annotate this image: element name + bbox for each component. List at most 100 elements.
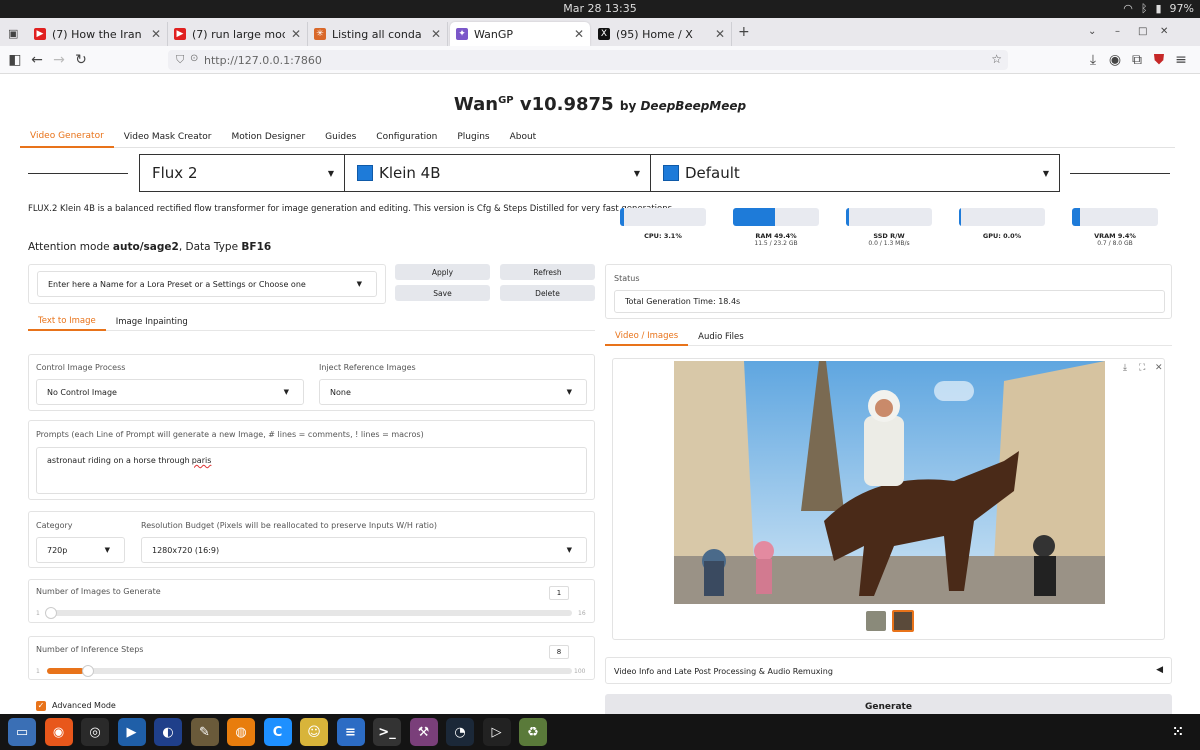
lora-preset-select[interactable]: Enter here a Name for a Lora Preset or a… bbox=[37, 271, 377, 297]
inject-reference-select[interactable]: None ▼ bbox=[319, 379, 587, 405]
slider-knob[interactable] bbox=[45, 607, 57, 619]
slider-fill bbox=[47, 668, 84, 674]
tools-icon[interactable]: ⚒ bbox=[409, 718, 438, 746]
tab-overview-icon[interactable]: ▣ bbox=[8, 27, 18, 40]
generate-button[interactable]: Generate bbox=[605, 694, 1172, 714]
collapse-arrow-icon: ◀ bbox=[1156, 665, 1163, 675]
tab-video-mask-creator[interactable]: Video Mask Creator bbox=[114, 126, 222, 148]
account-icon[interactable]: ◉ bbox=[1106, 51, 1124, 69]
bookmark-star-icon[interactable]: ☆ bbox=[991, 52, 1002, 66]
control-image-select[interactable]: No Control Image ▼ bbox=[36, 379, 304, 405]
page-info-icon[interactable]: ⊙ bbox=[190, 53, 198, 64]
editor-icon[interactable]: ▶ bbox=[117, 718, 146, 746]
steps-slider[interactable] bbox=[47, 665, 572, 677]
browser-tab-label: (7) How the Iran war is im bbox=[52, 27, 145, 41]
tab-audio-files[interactable]: Audio Files bbox=[688, 328, 754, 346]
close-icon[interactable]: ✕ bbox=[1155, 363, 1163, 373]
tab-video-images[interactable]: Video / Images bbox=[605, 328, 689, 346]
trash-icon[interactable]: ♻ bbox=[519, 718, 547, 746]
prompt-textarea[interactable]: astronaut riding on a horse through pari… bbox=[36, 447, 587, 494]
browser-tab-1[interactable]: ▶ (7) run large models on sr ✕ bbox=[168, 22, 308, 46]
generated-image[interactable] bbox=[674, 361, 1105, 604]
gallery: ⤓ ⛶ ✕ bbox=[612, 358, 1165, 640]
tab-plugins[interactable]: Plugins bbox=[447, 126, 499, 148]
thumbnail-selected[interactable] bbox=[892, 610, 914, 632]
files-icon[interactable]: ▭ bbox=[8, 718, 36, 746]
ublock-icon[interactable]: ⛊ bbox=[1150, 51, 1168, 69]
tab-guides[interactable]: Guides bbox=[315, 126, 366, 148]
browser-tab-0[interactable]: ▶ (7) How the Iran war is im ✕ bbox=[28, 22, 168, 46]
player-icon[interactable]: ▷ bbox=[482, 718, 511, 746]
wifi-icon[interactable]: ◠ bbox=[1123, 2, 1133, 15]
bluetooth-icon[interactable]: ᛒ bbox=[1141, 2, 1148, 15]
battery-icon[interactable]: ▮ bbox=[1155, 2, 1161, 15]
close-tab-icon[interactable]: ✕ bbox=[431, 27, 441, 41]
tab-text-to-image[interactable]: Text to Image bbox=[28, 313, 106, 331]
extensions-icon[interactable]: ⧉ bbox=[1128, 51, 1146, 69]
minimize-icon[interactable]: – bbox=[1115, 26, 1120, 37]
steam-icon[interactable]: ◔ bbox=[446, 718, 474, 746]
clion-icon[interactable]: C bbox=[263, 718, 292, 746]
status-value: Total Generation Time: 18.4s bbox=[625, 297, 741, 306]
tab-motion-designer[interactable]: Motion Designer bbox=[221, 126, 315, 148]
num-images-slider[interactable] bbox=[45, 607, 572, 619]
close-tab-icon[interactable]: ✕ bbox=[715, 27, 725, 41]
firefox-icon[interactable]: ◉ bbox=[44, 718, 73, 746]
document-icon[interactable]: ≡ bbox=[336, 718, 365, 746]
num-images-input[interactable]: 1 bbox=[549, 586, 569, 600]
blender-icon[interactable]: ◍ bbox=[227, 718, 255, 746]
delete-button[interactable]: Delete bbox=[500, 285, 595, 301]
gimp-icon[interactable]: ✎ bbox=[190, 718, 219, 746]
terminal-icon[interactable]: >_ bbox=[373, 718, 401, 746]
character-icon[interactable]: ☺ bbox=[300, 718, 328, 746]
reload-icon[interactable]: ↻ bbox=[72, 51, 90, 69]
advanced-mode-checkbox[interactable]: ✓ bbox=[36, 701, 46, 711]
downloads-icon[interactable]: ⤓ bbox=[1084, 51, 1102, 69]
forward-icon[interactable]: → bbox=[50, 51, 68, 69]
model-family-select[interactable]: Flux 2 ▼ bbox=[139, 154, 345, 192]
obs-icon[interactable]: ◎ bbox=[81, 718, 109, 746]
steps-input[interactable]: 8 bbox=[549, 645, 569, 659]
shield-icon[interactable]: ⛉ bbox=[176, 53, 184, 67]
menu-icon[interactable]: ≡ bbox=[1172, 51, 1190, 69]
refresh-button[interactable]: Refresh bbox=[500, 264, 595, 280]
category-select[interactable]: 720p ▼ bbox=[36, 537, 125, 563]
inject-reference-label: Inject Reference Images bbox=[319, 363, 416, 372]
monitor-icon[interactable]: ◐ bbox=[154, 718, 182, 746]
tab-about[interactable]: About bbox=[500, 126, 547, 148]
inject-reference-value: None bbox=[330, 387, 351, 397]
steps-section: Number of Inference Steps 8 1 100 bbox=[28, 636, 595, 680]
resolution-select[interactable]: 1280x720 (16:9) ▼ bbox=[141, 537, 587, 563]
sidebar-icon[interactable]: ◧ bbox=[6, 51, 24, 69]
close-tab-icon[interactable]: ✕ bbox=[151, 27, 161, 41]
meter-label: VRAM 9.4% bbox=[1094, 232, 1136, 240]
fullscreen-icon[interactable]: ⛶ bbox=[1139, 363, 1145, 373]
save-button[interactable]: Save bbox=[395, 285, 490, 301]
tab-list-icon[interactable]: ⌄ bbox=[1088, 26, 1096, 37]
video-info-accordion[interactable]: Video Info and Late Post Processing & Au… bbox=[605, 657, 1172, 684]
browser-tab-4[interactable]: X (95) Home / X ✕ bbox=[592, 22, 732, 46]
attention-info: Attention mode auto/sage2, Data Type BF1… bbox=[28, 241, 271, 253]
url-text[interactable]: http://127.0.0.1:7860 bbox=[204, 54, 322, 67]
browser-tab-3[interactable]: ✦ WanGP ✕ bbox=[450, 22, 590, 46]
close-tab-icon[interactable]: ✕ bbox=[574, 27, 584, 41]
browser-tab-2[interactable]: ✳ Listing all conda environm ✕ bbox=[308, 22, 448, 46]
preset-select[interactable]: Default ▼ bbox=[650, 154, 1060, 192]
url-bar[interactable]: ⛉ ⊙ http://127.0.0.1:7860 ☆ bbox=[168, 50, 1008, 70]
slider-knob[interactable] bbox=[81, 665, 94, 677]
model-select[interactable]: Klein 4B ▼ bbox=[344, 154, 651, 192]
tab-video-generator[interactable]: Video Generator bbox=[20, 126, 114, 148]
apply-button[interactable]: Apply bbox=[395, 264, 490, 280]
tab-image-inpainting[interactable]: Image Inpainting bbox=[106, 313, 198, 331]
new-tab-button[interactable]: + bbox=[738, 24, 750, 40]
close-window-icon[interactable]: ✕ bbox=[1160, 26, 1168, 37]
download-icon[interactable]: ⤓ bbox=[1123, 363, 1127, 373]
meter-fill bbox=[733, 208, 776, 226]
close-tab-icon[interactable]: ✕ bbox=[291, 27, 301, 41]
tab-configuration[interactable]: Configuration bbox=[366, 126, 447, 148]
apps-grid-icon[interactable]: ⁙ bbox=[1164, 718, 1192, 746]
back-icon[interactable]: ← bbox=[28, 51, 46, 69]
control-image-label: Control Image Process bbox=[36, 363, 126, 372]
maximize-icon[interactable]: □ bbox=[1138, 26, 1147, 37]
thumbnail[interactable] bbox=[866, 611, 886, 631]
